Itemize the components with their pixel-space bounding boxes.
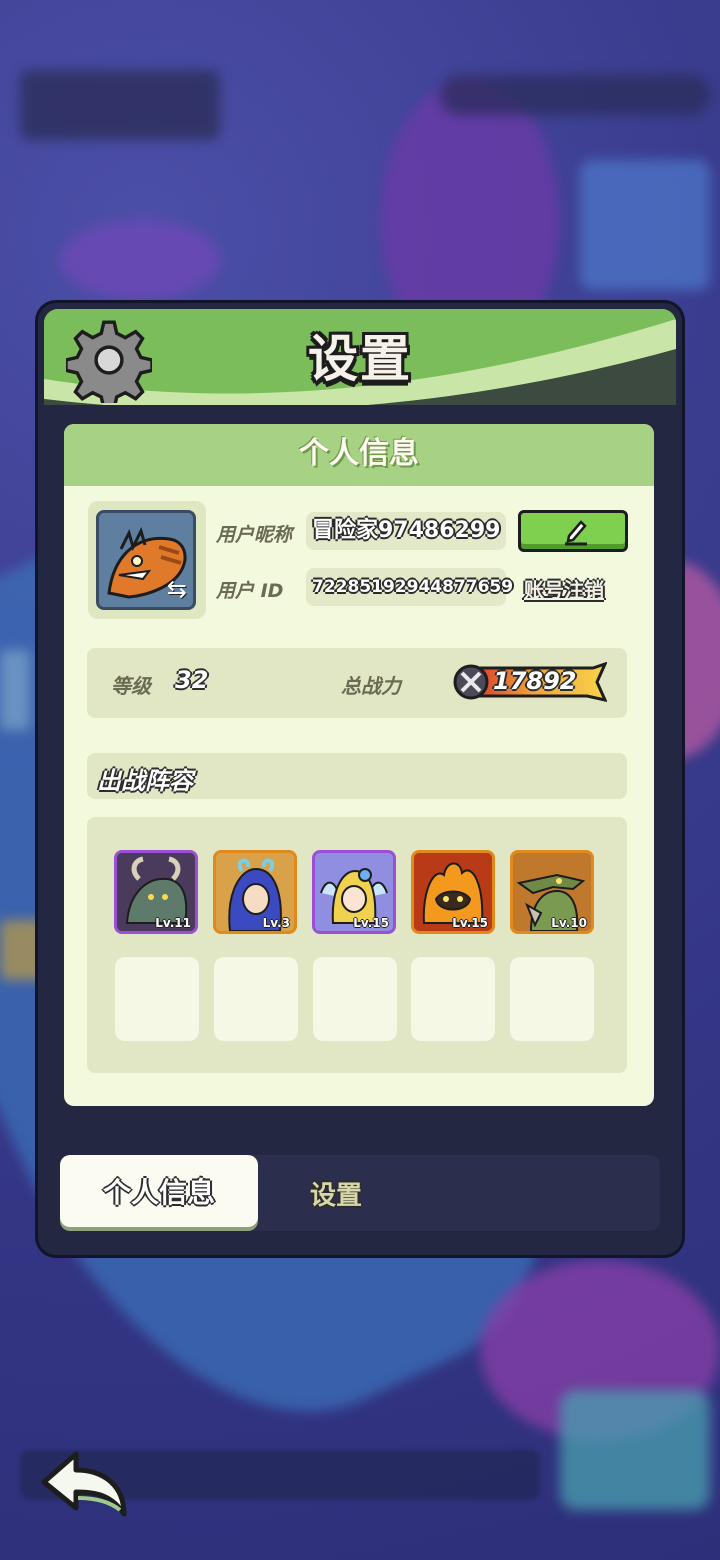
- dialog-title: 设置: [308, 330, 412, 388]
- user-id-label: 用户 ID: [216, 580, 284, 602]
- settings-dialog: 设置 个人信息 ⇆ 用户昵称 冒险家97486299 用户 ID 7228519…: [38, 303, 682, 1255]
- avatar-frame[interactable]: ⇆: [88, 501, 206, 619]
- dialog-header: 设置: [44, 309, 676, 405]
- hero-slot-5[interactable]: Lv.10: [510, 850, 594, 934]
- empty-slot[interactable]: [411, 957, 495, 1041]
- power-value: 17892: [493, 667, 577, 695]
- tab-profile[interactable]: 个人信息: [60, 1155, 258, 1227]
- empty-slot[interactable]: [214, 957, 298, 1041]
- lineup-header: 出战阵容: [87, 753, 627, 799]
- hero-level: Lv.15: [353, 916, 389, 930]
- hero-slot-1[interactable]: Lv.11: [114, 850, 198, 934]
- hero-slot-2[interactable]: Lv.3: [213, 850, 297, 934]
- user-id-value: 72285192944877659: [312, 577, 514, 597]
- profile-panel: 个人信息 ⇆ 用户昵称 冒险家97486299 用户 ID 7228519294…: [64, 424, 654, 1106]
- empty-slot[interactable]: [115, 957, 199, 1041]
- lineup-title: 出战阵容: [97, 767, 193, 795]
- level-value: 32: [175, 666, 209, 694]
- pencil-icon: [565, 520, 587, 546]
- nickname-label: 用户昵称: [216, 524, 293, 546]
- hero-slot-4[interactable]: Lv.15: [411, 850, 495, 934]
- panel-title: 个人信息: [64, 424, 654, 486]
- hero-level: Lv.15: [452, 916, 488, 930]
- nickname-field: 冒险家97486299: [306, 512, 506, 550]
- cancel-account-link[interactable]: 账号注销: [524, 574, 604, 603]
- user-id-field: 72285192944877659: [306, 568, 513, 606]
- empty-slot[interactable]: [313, 957, 397, 1041]
- tab-bar: 个人信息 设置: [60, 1155, 660, 1231]
- swap-icon[interactable]: ⇆: [167, 575, 187, 603]
- nickname-value: 冒险家97486299: [312, 518, 501, 543]
- hero-slot-3[interactable]: Lv.15: [312, 850, 396, 934]
- tab-profile-label: 个人信息: [102, 1176, 215, 1209]
- avatar[interactable]: ⇆: [96, 510, 196, 610]
- tab-settings[interactable]: 设置: [310, 1175, 362, 1212]
- power-label: 总战力: [341, 674, 401, 698]
- lineup-grid: Lv.11 Lv.3 Lv.15 Lv.15 Lv.10: [87, 817, 627, 1073]
- stats-bar: 等级 32 总战力 17892: [87, 648, 627, 718]
- power-badge: 17892: [453, 662, 607, 702]
- level-label: 等级: [111, 674, 151, 698]
- edit-nickname-button[interactable]: [518, 510, 628, 552]
- back-arrow-icon[interactable]: [38, 1448, 130, 1520]
- hero-level: Lv.11: [155, 916, 191, 930]
- empty-slot[interactable]: [510, 957, 594, 1041]
- hero-level: Lv.10: [551, 916, 587, 930]
- hero-level: Lv.3: [262, 916, 290, 930]
